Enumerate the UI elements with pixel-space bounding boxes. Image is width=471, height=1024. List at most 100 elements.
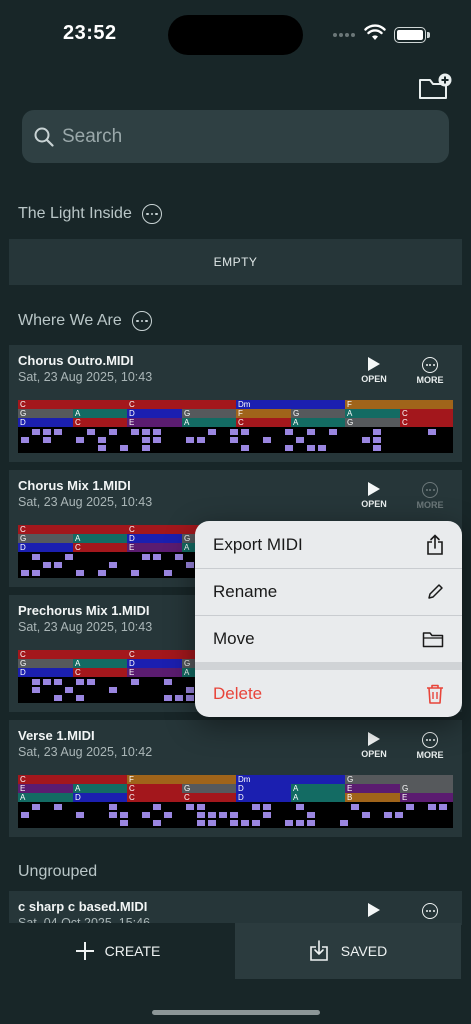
midi-note <box>219 812 227 818</box>
midi-note <box>175 554 183 560</box>
midi-note <box>197 820 205 826</box>
search-icon <box>34 127 54 147</box>
chord-label: C <box>182 793 236 802</box>
midi-note <box>230 437 238 443</box>
chord-label: C <box>73 668 127 677</box>
more-button[interactable]: MORE <box>410 482 450 514</box>
open-button[interactable] <box>354 903 394 925</box>
create-tab[interactable]: CREATE <box>0 923 235 979</box>
chord-label: C <box>73 543 127 552</box>
file-date: Sat, 23 Aug 2025, 10:43 <box>18 620 153 634</box>
midi-note <box>54 695 62 701</box>
chord-label: C <box>127 784 182 793</box>
open-button[interactable]: OPEN <box>354 357 394 389</box>
midi-note <box>153 429 161 435</box>
midi-note <box>186 437 194 443</box>
menu-item-delete[interactable]: Delete <box>195 670 462 717</box>
midi-note <box>142 437 150 443</box>
search-bar[interactable] <box>22 110 449 163</box>
menu-item-label: Move <box>213 628 255 648</box>
menu-item-label: Export MIDI <box>213 534 303 554</box>
play-icon <box>368 732 380 746</box>
group-title: The Light Inside <box>18 205 132 222</box>
chord-label: D <box>18 543 73 552</box>
open-button[interactable]: OPEN <box>354 732 394 764</box>
midi-note <box>164 812 172 818</box>
midi-file-card[interactable]: Chorus Outro.MIDI Sat, 23 Aug 2025, 10:4… <box>9 345 462 462</box>
context-menu: Export MIDI Rename Move Delete <box>195 521 462 717</box>
midi-note <box>230 820 238 826</box>
midi-note <box>21 437 29 443</box>
midi-note <box>307 820 315 826</box>
midi-note <box>186 804 194 810</box>
midi-note <box>76 812 84 818</box>
group-options-icon[interactable] <box>131 311 152 331</box>
chord-label: F <box>236 409 291 418</box>
midi-note <box>153 804 161 810</box>
midi-note <box>186 687 194 693</box>
midi-note <box>428 429 436 435</box>
new-folder-icon[interactable] <box>418 72 452 102</box>
status-bar: 23:52 <box>0 0 471 70</box>
chord-label: G <box>18 659 73 668</box>
more-button[interactable] <box>410 903 450 925</box>
saved-tab[interactable]: SAVED <box>235 923 461 979</box>
chord-roll-preview: C C Dm F G A D G F G A C D C E A C A G C <box>18 400 453 453</box>
menu-item-export-midi[interactable]: Export MIDI <box>195 521 462 568</box>
midi-file-card[interactable]: Verse 1.MIDI Sat, 23 Aug 2025, 10:42 OPE… <box>9 720 462 837</box>
midi-note <box>186 562 194 568</box>
midi-note <box>373 445 381 451</box>
more-icon <box>422 482 438 498</box>
midi-note <box>120 820 128 826</box>
more-button[interactable]: MORE <box>410 732 450 764</box>
midi-file-card[interactable]: c sharp c based.MIDI Sat, 04 Oct 2025, 1… <box>9 891 462 925</box>
midi-note <box>208 820 216 826</box>
midi-note <box>241 445 249 451</box>
more-button[interactable]: MORE <box>410 357 450 389</box>
more-label: MORE <box>416 750 444 760</box>
midi-note <box>197 804 205 810</box>
file-title: Chorus Mix 1.MIDI <box>18 478 131 493</box>
midi-note <box>175 695 183 701</box>
midi-note <box>296 804 304 810</box>
midi-note <box>32 804 40 810</box>
midi-note <box>98 570 106 576</box>
midi-note <box>142 429 150 435</box>
file-title: c sharp c based.MIDI <box>18 899 148 914</box>
midi-note <box>164 679 172 685</box>
midi-note <box>54 679 62 685</box>
midi-note <box>109 687 117 693</box>
midi-note <box>164 695 172 701</box>
group-header-light-inside: The Light Inside <box>18 204 162 224</box>
midi-note <box>87 679 95 685</box>
chord-label: E <box>400 793 453 802</box>
chord-label: E <box>18 784 73 793</box>
midi-note <box>131 570 139 576</box>
menu-item-move[interactable]: Move <box>195 615 462 662</box>
midi-note <box>43 437 51 443</box>
chord-label: D <box>236 793 291 802</box>
chord-label: G <box>18 534 73 543</box>
midi-note <box>285 445 293 451</box>
file-date: Sat, 23 Aug 2025, 10:43 <box>18 370 153 384</box>
open-label: OPEN <box>361 499 387 509</box>
chord-label: C <box>18 525 127 534</box>
midi-note <box>76 695 84 701</box>
midi-note <box>32 570 40 576</box>
saved-label: SAVED <box>340 943 388 959</box>
chord-label: D <box>127 534 182 543</box>
menu-item-rename[interactable]: Rename <box>195 568 462 615</box>
open-button[interactable]: OPEN <box>354 482 394 514</box>
midi-note <box>32 554 40 560</box>
status-time: 23:52 <box>63 22 117 44</box>
midi-note <box>142 554 150 560</box>
midi-note <box>307 445 315 451</box>
more-icon <box>422 357 438 373</box>
trash-icon <box>427 684 443 704</box>
midi-note <box>98 445 106 451</box>
search-input[interactable] <box>62 125 422 148</box>
wifi-icon <box>364 24 386 40</box>
plus-icon <box>75 942 94 960</box>
group-options-icon[interactable] <box>141 204 162 224</box>
chord-label: A <box>73 659 127 668</box>
